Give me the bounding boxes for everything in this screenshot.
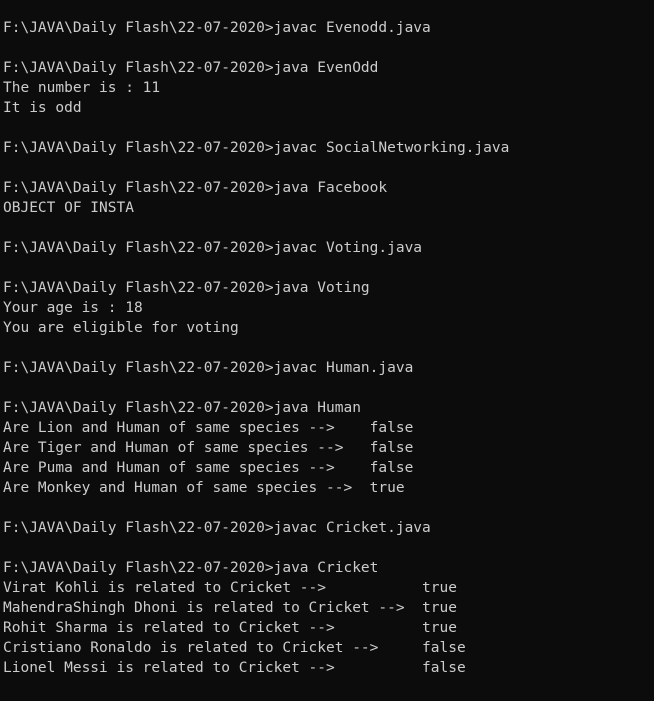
- console-line: F:\JAVA\Daily Flash\22-07-2020>javac Soc…: [3, 140, 510, 156]
- console-line: It is odd: [3, 100, 82, 116]
- console-line: Rohit Sharma is related to Cricket --> t…: [3, 620, 457, 636]
- console-line: Virat Kohli is related to Cricket --> tr…: [3, 580, 457, 596]
- console-line: F:\JAVA\Daily Flash\22-07-2020>java Voti…: [3, 280, 370, 296]
- console-line: OBJECT OF INSTA: [3, 200, 134, 216]
- console-line: F:\JAVA\Daily Flash\22-07-2020>javac Cri…: [3, 520, 431, 536]
- console-line: F:\JAVA\Daily Flash\22-07-2020>javac Vot…: [3, 240, 423, 256]
- console-line: F:\JAVA\Daily Flash\22-07-2020>java Face…: [3, 180, 388, 196]
- console-line: Your age is : 18: [3, 300, 143, 316]
- console-window[interactable]: F:\JAVA\Daily Flash\22-07-2020>javac Eve…: [0, 0, 654, 701]
- console-line: Cristiano Ronaldo is related to Cricket …: [3, 640, 466, 656]
- console-line: F:\JAVA\Daily Flash\22-07-2020>java Cric…: [3, 560, 379, 576]
- console-line: Lionel Messi is related to Cricket --> f…: [3, 660, 466, 676]
- console-line: F:\JAVA\Daily Flash\22-07-2020>java Even…: [3, 60, 379, 76]
- console-line: Are Tiger and Human of same species --> …: [3, 440, 414, 456]
- window-edge: [646, 0, 654, 701]
- console-line: Are Puma and Human of same species --> f…: [3, 460, 414, 476]
- console-line: Are Lion and Human of same species --> f…: [3, 420, 414, 436]
- console-line: Are Monkey and Human of same species -->…: [3, 480, 405, 496]
- console-line: You are eligible for voting: [3, 320, 239, 336]
- console-line: F:\JAVA\Daily Flash\22-07-2020>javac Hum…: [3, 360, 414, 376]
- console-line: MahendraShingh Dhoni is related to Crick…: [3, 600, 457, 616]
- console-line: F:\JAVA\Daily Flash\22-07-2020>java Huma…: [3, 400, 361, 416]
- console-line: F:\JAVA\Daily Flash\22-07-2020>javac Eve…: [3, 20, 431, 36]
- console-line: The number is : 11: [3, 80, 161, 96]
